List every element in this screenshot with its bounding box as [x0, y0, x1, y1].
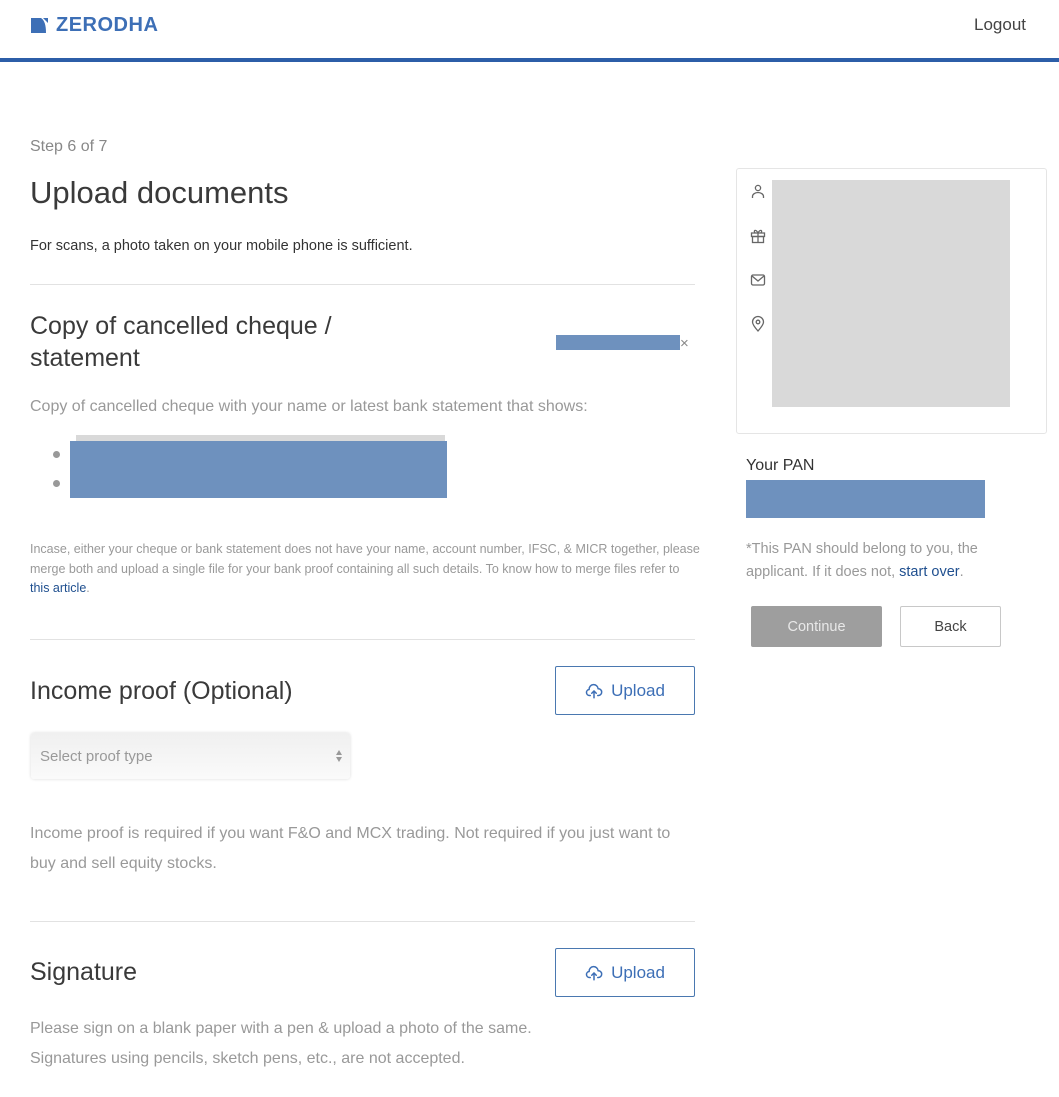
- top-header: ZERODHA Logout: [0, 0, 1059, 62]
- signature-description-line2: Signatures using pencils, sketch pens, e…: [30, 1050, 465, 1067]
- start-over-link[interactable]: start over: [899, 564, 959, 580]
- signature-upload-button[interactable]: Upload: [555, 948, 695, 997]
- pan-note-end: .: [959, 564, 964, 580]
- bullet-dot: [53, 480, 60, 487]
- upload-label: Upload: [611, 962, 665, 982]
- user-icon: [751, 184, 765, 198]
- remove-file-close-icon[interactable]: ×: [680, 335, 689, 352]
- bullet-list-redacted: [70, 441, 447, 498]
- continue-button[interactable]: Continue: [751, 606, 882, 647]
- mail-icon: [750, 274, 766, 286]
- page-subtitle: For scans, a photo taken on your mobile …: [30, 238, 413, 254]
- applicant-details-redacted: [772, 180, 1010, 407]
- upload-label: Upload: [611, 680, 665, 700]
- note-text: Incase, either your cheque or bank state…: [30, 542, 700, 576]
- section-divider: [30, 639, 695, 640]
- logout-link[interactable]: Logout: [974, 15, 1026, 35]
- section-divider: [30, 921, 695, 922]
- signature-description-line1: Please sign on a blank paper with a pen …: [30, 1020, 532, 1037]
- bank-proof-title-line1: Copy of cancelled cheque /: [30, 312, 332, 340]
- pan-note: *This PAN should belong to you, the appl…: [746, 538, 1036, 584]
- income-proof-upload-button[interactable]: Upload: [555, 666, 695, 715]
- select-arrows-icon: [336, 750, 342, 762]
- step-indicator: Step 6 of 7: [30, 138, 108, 155]
- gift-icon: [750, 229, 766, 244]
- back-button[interactable]: Back: [900, 606, 1001, 647]
- location-pin-icon: [751, 315, 765, 332]
- zerodha-logo[interactable]: ZERODHA: [31, 14, 158, 37]
- income-proof-description: Income proof is required if you want F&O…: [30, 825, 671, 872]
- cloud-upload-icon: [585, 683, 603, 698]
- proof-type-select[interactable]: Select proof type: [31, 733, 350, 779]
- section-divider: [30, 284, 695, 285]
- select-placeholder: Select proof type: [40, 747, 153, 765]
- bullet-dot: [53, 451, 60, 458]
- pan-value-redacted: [746, 480, 985, 518]
- brand-name: ZERODHA: [56, 14, 159, 36]
- bank-proof-title: Copy of cancelled cheque / statement: [30, 310, 332, 374]
- income-proof-title: Income proof (Optional): [30, 677, 293, 705]
- cloud-upload-icon: [585, 965, 603, 980]
- uploaded-file-name-redacted: [556, 335, 680, 350]
- page-title: Upload documents: [30, 175, 289, 210]
- bank-proof-title-line2: statement: [30, 344, 140, 372]
- pan-label: Your PAN: [746, 457, 815, 474]
- signature-title: Signature: [30, 958, 138, 986]
- note-end: .: [86, 581, 90, 595]
- bank-proof-description: Copy of cancelled cheque with your name …: [30, 398, 588, 415]
- logo-mark-icon: [31, 18, 48, 33]
- applicant-summary-card: [736, 168, 1047, 434]
- this-article-link[interactable]: this article: [30, 581, 86, 595]
- bank-proof-note: Incase, either your cheque or bank state…: [30, 540, 700, 599]
